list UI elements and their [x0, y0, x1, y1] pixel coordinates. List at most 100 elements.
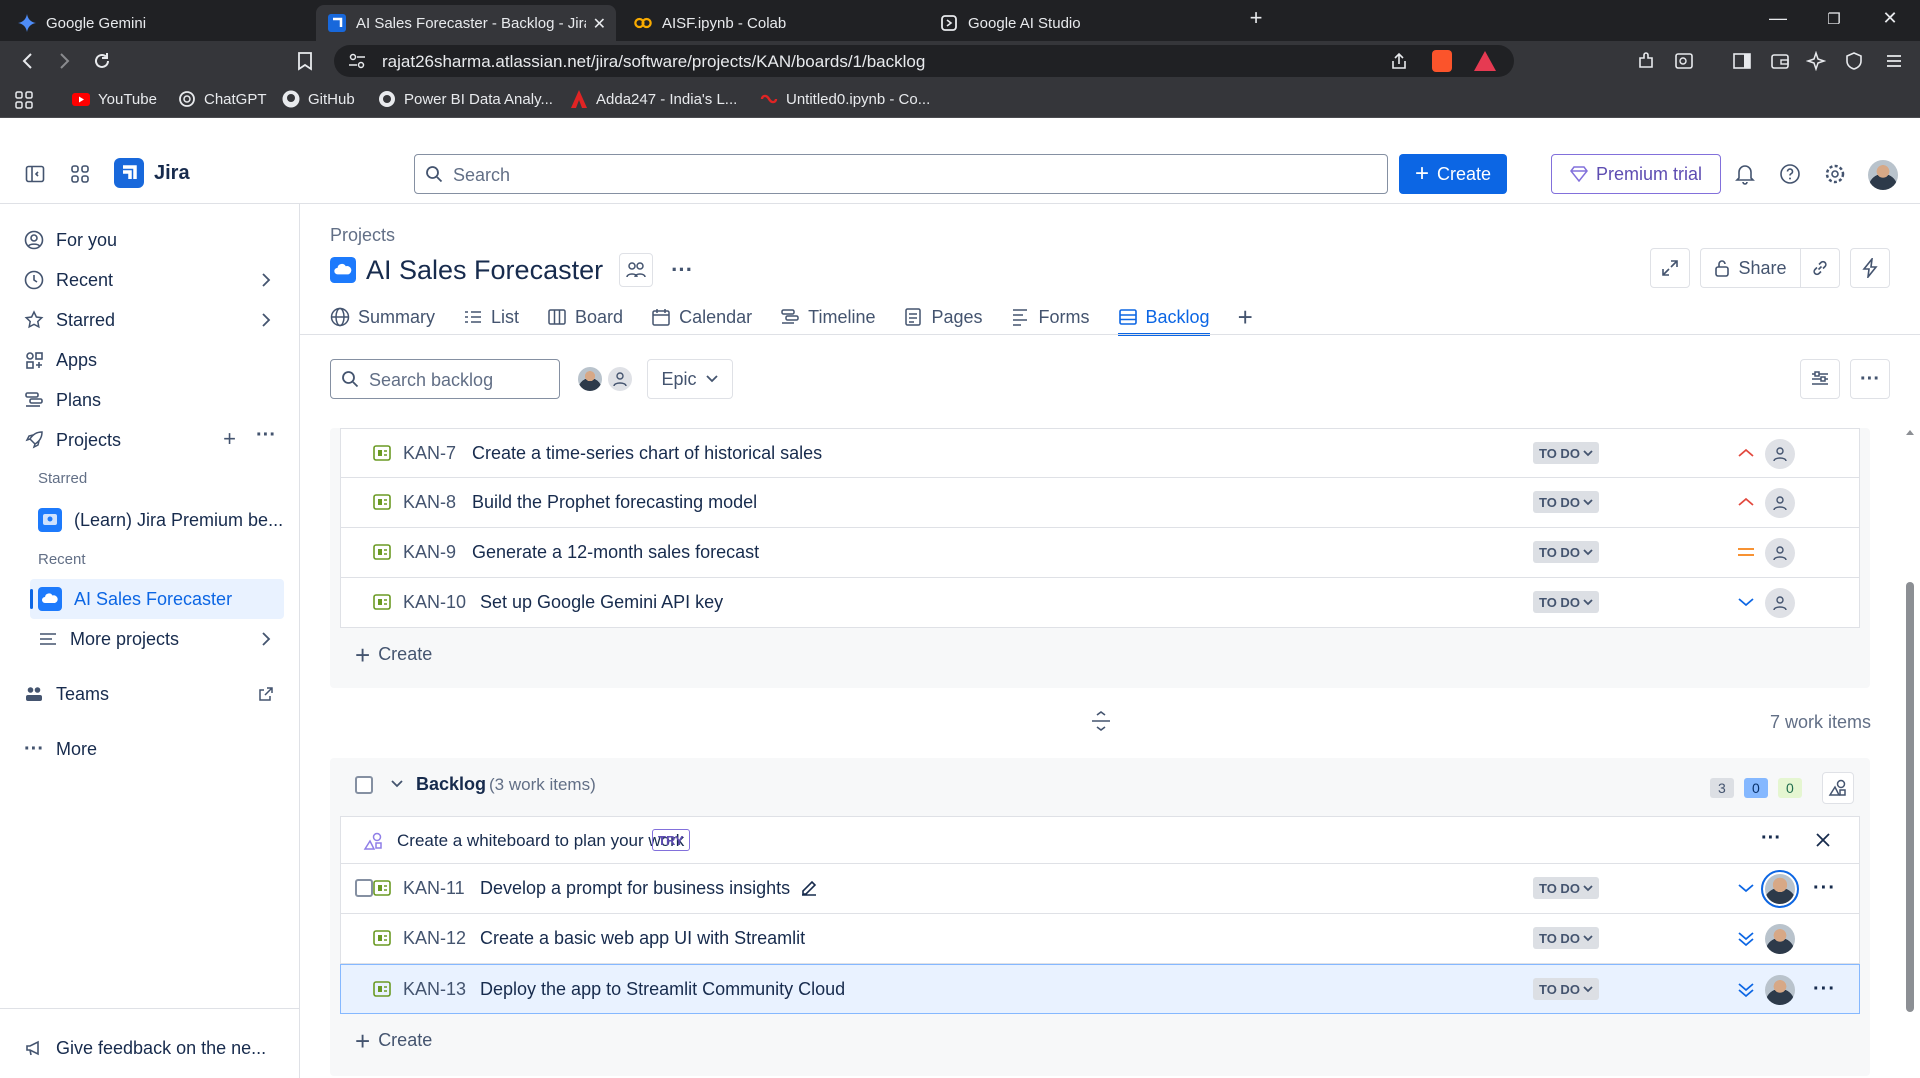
issue-key[interactable]: KAN-9 — [403, 542, 456, 563]
sidebar-item-for-you[interactable]: For you — [24, 222, 284, 258]
bookmark-github[interactable]: GitHub — [282, 90, 355, 108]
url-field[interactable]: rajat26sharma.atlassian.net/jira/softwar… — [334, 45, 1514, 77]
brave-shield-icon[interactable] — [1432, 50, 1452, 72]
resize-handle-icon[interactable] — [1090, 710, 1112, 732]
tab-pages[interactable]: Pages — [903, 300, 983, 334]
status-dropdown[interactable]: TO DO — [1533, 978, 1599, 1000]
collapse-sidebar-icon[interactable] — [25, 164, 45, 184]
give-feedback-button[interactable]: Give feedback on the ne... — [24, 1030, 284, 1066]
sidebar-item-plans[interactable]: Plans — [24, 382, 284, 418]
bookmark-adda247[interactable]: Adda247 - India's L... — [570, 90, 737, 108]
status-dropdown[interactable]: TO DO — [1533, 927, 1599, 949]
unassigned-avatar[interactable] — [1765, 488, 1795, 518]
edit-pencil-icon[interactable] — [799, 878, 819, 898]
backlog-create-button[interactable]: + Create — [355, 1028, 432, 1054]
browser-menu-icon[interactable] — [1884, 51, 1904, 71]
sidebar-item-apps[interactable]: Apps — [24, 342, 284, 378]
restore-icon[interactable]: ❐ — [1820, 10, 1848, 28]
bookmark-powerbi[interactable]: Power BI Data Analy... — [378, 90, 553, 108]
sidebar-starred-project[interactable]: (Learn) Jira Premium be... — [38, 502, 284, 538]
fullscreen-button[interactable] — [1650, 248, 1690, 288]
chevron-right-icon[interactable] — [258, 272, 274, 288]
sidebar-more-projects[interactable]: More projects — [38, 621, 284, 657]
assignee-filter-avatar[interactable] — [576, 365, 604, 393]
prompt-more-icon[interactable]: ··· — [1761, 827, 1781, 850]
status-dropdown[interactable]: TO DO — [1533, 541, 1599, 563]
team-members-button[interactable] — [619, 253, 654, 287]
unassigned-avatar[interactable] — [1765, 588, 1795, 618]
row-more-icon[interactable]: ··· — [1813, 877, 1836, 900]
browser-tab-jira[interactable]: AI Sales Forecaster - Backlog - Jira ✕ — [316, 5, 616, 41]
add-tab-icon[interactable]: + — [1238, 300, 1253, 334]
sprint-create-button[interactable]: + Create — [355, 642, 432, 668]
whiteboard-button[interactable] — [1822, 772, 1854, 804]
app-switcher-icon[interactable] — [70, 164, 90, 184]
scroll-up-arrow-icon[interactable] — [1905, 428, 1915, 436]
issue-key[interactable]: KAN-12 — [403, 928, 466, 949]
sidebar-item-projects[interactable]: Projects + ··· — [24, 422, 284, 458]
epic-filter-dropdown[interactable]: Epic — [647, 359, 733, 399]
row-more-icon[interactable]: ··· — [1813, 978, 1836, 1001]
issue-key[interactable]: KAN-11 — [403, 878, 465, 899]
sidebar-item-starred[interactable]: Starred — [24, 302, 284, 338]
sidebar-item-teams[interactable]: Teams — [24, 676, 284, 712]
issue-summary[interactable]: Set up Google Gemini API key — [480, 592, 723, 613]
sidebar-recent-project[interactable]: AI Sales Forecaster — [38, 581, 284, 617]
leo-ai-icon[interactable] — [1806, 51, 1826, 71]
site-info-icon[interactable] — [348, 53, 366, 69]
copy-link-button[interactable] — [1800, 248, 1840, 288]
issue-key[interactable]: KAN-10 — [403, 592, 466, 613]
browser-tab-gemini[interactable]: Google Gemini — [6, 5, 322, 41]
status-dropdown[interactable]: TO DO — [1533, 442, 1599, 464]
issue-summary[interactable]: Develop a prompt for business insights — [480, 878, 790, 899]
global-search-input[interactable]: Search — [414, 154, 1388, 194]
table-row[interactable]: KAN-10 Set up Google Gemini API key TO D… — [340, 578, 1860, 628]
backlog-more-button[interactable]: ··· — [1850, 359, 1890, 399]
table-row[interactable]: KAN-11 Develop a prompt for business ins… — [340, 864, 1860, 914]
tab-list[interactable]: List — [463, 300, 519, 334]
issue-summary[interactable]: Create a basic web app UI with Streamlit — [480, 928, 805, 949]
close-icon[interactable] — [1815, 832, 1831, 848]
table-row[interactable]: KAN-13 Deploy the app to Streamlit Commu… — [340, 964, 1860, 1014]
sidebar-item-more[interactable]: ··· More — [24, 731, 284, 767]
jira-logo[interactable]: Jira — [114, 158, 190, 188]
help-icon[interactable] — [1779, 163, 1801, 185]
issue-summary[interactable]: Deploy the app to Streamlit Community Cl… — [480, 979, 845, 1000]
issue-summary[interactable]: Generate a 12-month sales forecast — [472, 542, 759, 563]
sidebar-item-recent[interactable]: Recent — [24, 262, 284, 298]
assignee-avatar[interactable] — [1761, 870, 1799, 908]
user-avatar[interactable] — [1868, 160, 1898, 190]
table-row[interactable]: KAN-7 Create a time-series chart of hist… — [340, 428, 1860, 478]
browser-tab-ai-studio[interactable]: Google AI Studio — [928, 5, 1228, 41]
backlog-title[interactable]: Backlog — [416, 774, 486, 795]
wallet-icon[interactable] — [1770, 51, 1790, 71]
assignee-avatar[interactable] — [1765, 975, 1795, 1005]
tab-timeline[interactable]: Timeline — [780, 300, 875, 334]
search-backlog-input[interactable]: Search backlog — [330, 359, 560, 399]
projects-more-icon[interactable]: ··· — [256, 424, 276, 447]
try-badge[interactable]: TRY — [652, 829, 690, 851]
table-row[interactable]: KAN-12 Create a basic web app UI with St… — [340, 914, 1860, 964]
whiteboard-prompt-text[interactable]: Create a whiteboard to plan your work — [397, 831, 684, 851]
reload-icon[interactable] — [92, 51, 112, 71]
bookmark-chatgpt[interactable]: ChatGPT — [178, 90, 267, 108]
extensions-icon[interactable] — [1636, 51, 1656, 71]
apps-grid-icon[interactable] — [14, 90, 34, 110]
issue-key[interactable]: KAN-7 — [403, 443, 456, 464]
unassigned-filter-avatar[interactable] — [606, 365, 634, 393]
share-button[interactable]: Share — [1700, 248, 1800, 288]
tab-backlog[interactable]: Backlog — [1117, 300, 1210, 336]
scrollbar-thumb[interactable] — [1906, 582, 1914, 1012]
breadcrumb[interactable]: Projects — [330, 225, 395, 246]
premium-trial-button[interactable]: Premium trial — [1551, 154, 1721, 194]
issue-key[interactable]: KAN-8 — [403, 492, 456, 513]
tab-forms[interactable]: Forms — [1011, 300, 1090, 334]
table-row[interactable]: KAN-8 Build the Prophet forecasting mode… — [340, 478, 1860, 528]
browser-tab-colab[interactable]: AISF.ipynb - Colab — [622, 5, 922, 41]
table-row[interactable]: KAN-9 Generate a 12-month sales forecast… — [340, 528, 1860, 578]
project-more-icon[interactable]: ··· — [671, 257, 693, 283]
chevron-down-icon[interactable] — [390, 779, 404, 789]
chevron-right-icon[interactable] — [258, 631, 274, 647]
tab-summary[interactable]: Summary — [330, 300, 435, 334]
vpn-icon[interactable] — [1844, 51, 1864, 71]
